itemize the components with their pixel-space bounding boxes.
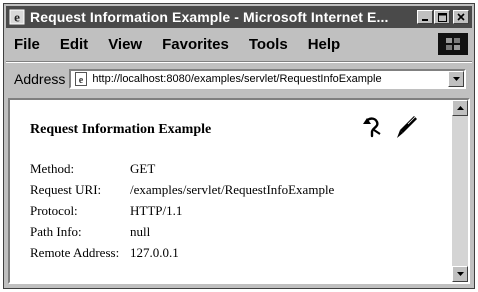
menu-view[interactable]: View [98, 36, 152, 53]
close-button[interactable] [453, 10, 469, 24]
table-row: Protocol: HTTP/1.1 [30, 200, 334, 221]
address-label: Address [14, 71, 66, 87]
page-body: Request Information Example Method: GET … [10, 100, 452, 282]
svg-text:e: e [14, 10, 20, 25]
address-bar: Address e http://localhost:8080/examples… [6, 66, 472, 92]
menu-edit[interactable]: Edit [50, 36, 98, 53]
table-row: Remote Address: 127.0.0.1 [30, 242, 334, 263]
title-bar[interactable]: e Request Information Example - Microsof… [6, 6, 472, 28]
scroll-down-button[interactable] [452, 266, 468, 282]
window-controls [417, 10, 469, 24]
row-value-method: GET [130, 160, 156, 176]
request-info-table: Method: GET Request URI: /examples/servl… [30, 158, 334, 263]
row-label-remote-address: Remote Address: [30, 244, 120, 260]
page-heading: Request Information Example [30, 122, 212, 137]
windows-logo-icon [438, 33, 468, 55]
table-row: Path Info: null [30, 221, 334, 242]
table-row: Method: GET [30, 158, 334, 179]
chevron-down-icon[interactable] [448, 71, 464, 87]
menu-file[interactable]: File [6, 36, 50, 53]
row-label-protocol: Protocol: [30, 202, 78, 218]
page-icon: e [74, 72, 88, 86]
menu-bar: File Edit View Favorites Tools Help [6, 32, 472, 56]
browser-window: e Request Information Example - Microsof… [3, 3, 475, 289]
table-row: Request URI: /examples/servlet/RequestIn… [30, 179, 334, 200]
row-value-protocol: HTTP/1.1 [130, 202, 183, 218]
menu-favorites[interactable]: Favorites [152, 36, 239, 53]
row-value-request-uri: /examples/servlet/RequestInfoExample [130, 181, 335, 197]
page-viewport: Request Information Example Method: GET … [8, 98, 470, 284]
scroll-up-button[interactable] [452, 100, 468, 116]
address-input[interactable]: e http://localhost:8080/examples/servlet… [69, 69, 466, 89]
svg-text:e: e [79, 75, 84, 86]
row-label-request-uri: Request URI: [30, 181, 102, 197]
row-value-path-info: null [130, 223, 151, 239]
page-nav-icons [360, 114, 418, 145]
return-arrow-icon[interactable] [360, 114, 386, 145]
window-title: Request Information Example - Microsoft … [30, 9, 389, 25]
internet-explorer-icon: e [9, 9, 25, 25]
menu-tools[interactable]: Tools [239, 36, 298, 53]
toolbar-divider [6, 61, 472, 63]
maximize-button[interactable] [434, 10, 450, 24]
vertical-scrollbar[interactable] [452, 100, 468, 282]
row-label-path-info: Path Info: [30, 223, 82, 239]
row-value-remote-address: 127.0.0.1 [130, 244, 179, 260]
quill-pen-icon[interactable] [394, 114, 418, 145]
row-label-method: Method: [30, 160, 75, 176]
menu-help[interactable]: Help [298, 36, 351, 53]
address-url: http://localhost:8080/examples/servlet/R… [92, 73, 382, 85]
minimize-button[interactable] [417, 10, 433, 24]
